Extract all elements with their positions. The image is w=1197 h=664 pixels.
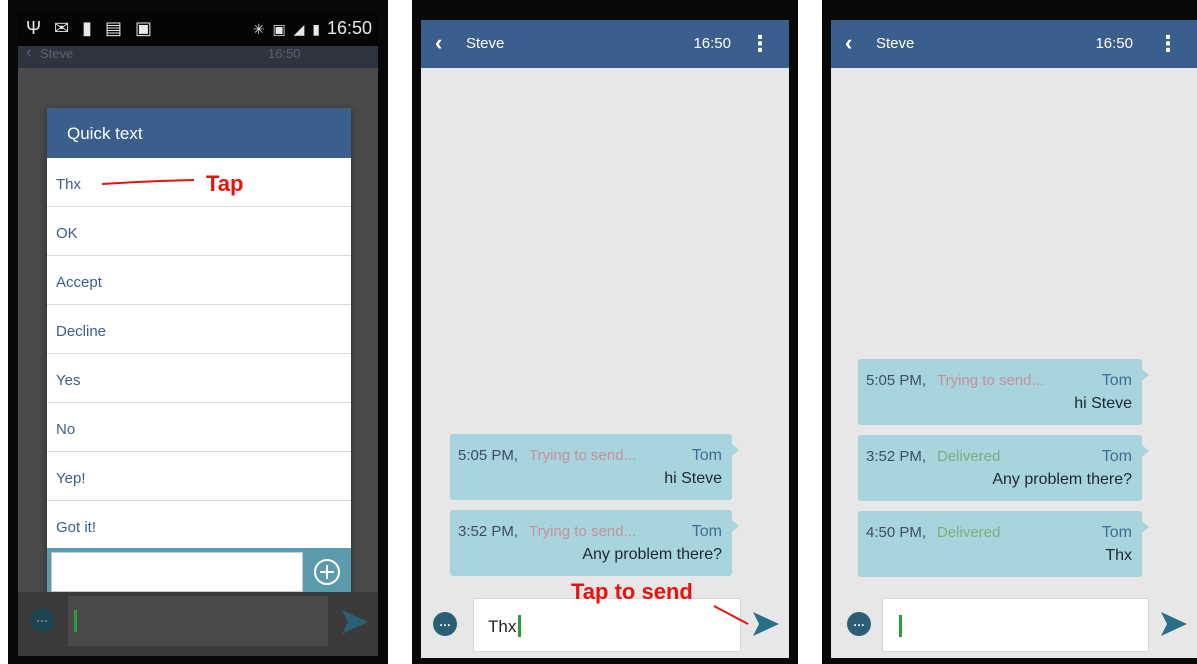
contact-name: Steve xyxy=(466,35,505,52)
dimmed-app-header: ‹ Steve 16:50 xyxy=(18,44,378,68)
phone-screen-compose: ‹ Steve 16:50 ⋮ 5:05 PM, Trying to send.… xyxy=(412,0,798,664)
quick-text-item-label: Accept xyxy=(56,274,102,291)
text-caret xyxy=(518,615,522,637)
quick-text-item[interactable]: Yes xyxy=(47,354,351,403)
message-bubble[interactable]: 5:05 PM, Trying to send... Tom hi Steve xyxy=(450,434,739,500)
quick-text-item-label: OK xyxy=(56,225,78,242)
message-status: Trying to send... xyxy=(937,372,1044,389)
message-input[interactable] xyxy=(882,598,1149,652)
app-header: ‹ Steve 16:50 ⋮ xyxy=(831,20,1197,68)
message-text: Any problem there? xyxy=(992,471,1132,488)
text-caret xyxy=(74,610,77,632)
dimmed-contact-name: Steve xyxy=(40,46,74,61)
send-icon[interactable] xyxy=(751,610,781,638)
quick-text-item-label: Yes xyxy=(56,372,81,389)
message-text: Any problem there? xyxy=(582,546,722,563)
message-sender: Tom xyxy=(691,523,722,540)
message-time: 3:52 PM, xyxy=(866,448,927,465)
phone-screen-quick-text: Ψ ✉ ▮ ▤ ▣ ✳ ▣ ◢ ▮ 16:50 ‹ Steve 16:50 Qu… xyxy=(8,0,388,664)
kebab-menu-icon[interactable]: ⋮ xyxy=(1157,31,1179,57)
dimmed-time: 16:50 xyxy=(268,46,301,61)
quick-text-item-label: Got it! xyxy=(56,519,97,536)
message-text: Thx xyxy=(1105,547,1132,564)
screen: ‹ Steve 16:50 ⋮ 5:05 PM, Trying to send.… xyxy=(831,20,1197,658)
back-icon: ‹ xyxy=(26,44,32,61)
quick-text-item[interactable]: Thx xyxy=(47,158,351,207)
message-status: Trying to send... xyxy=(529,523,636,540)
quick-text-item[interactable]: OK xyxy=(47,207,351,256)
quick-text-item-label: No xyxy=(56,421,76,438)
quick-text-dialog: Quick text Thx OK Accept Decline Yes No … xyxy=(47,108,351,596)
message-time: 3:52 PM, xyxy=(458,523,519,540)
typed-text: Thx xyxy=(488,617,517,636)
status-time: 16:50 xyxy=(326,18,372,38)
dimmed-compose-bar: … xyxy=(18,592,378,656)
dimmed-message-input xyxy=(68,596,328,646)
dialog-title: Quick text xyxy=(47,108,351,158)
status-bar: Ψ ✉ ▮ ▤ ▣ ✳ ▣ ◢ ▮ 16:50 xyxy=(18,12,378,46)
message-sender: Tom xyxy=(1101,448,1132,465)
quick-text-item-label: Thx xyxy=(56,176,82,193)
back-icon[interactable]: ‹ xyxy=(845,30,852,56)
message-status: Delivered xyxy=(937,524,1001,541)
phone-screen-sent: ‹ Steve 16:50 ⋮ 5:05 PM, Trying to send.… xyxy=(822,0,1197,664)
compose-bar: … xyxy=(831,592,1197,658)
message-input[interactable]: Thx xyxy=(473,598,741,652)
message-sender: Tom xyxy=(1101,524,1132,541)
quick-text-item[interactable]: Decline xyxy=(47,305,351,354)
screen: Ψ ✉ ▮ ▤ ▣ ✳ ▣ ◢ ▮ 16:50 ‹ Steve 16:50 Qu… xyxy=(18,12,378,656)
message-sender: Tom xyxy=(1101,372,1132,389)
header-time: 16:50 xyxy=(693,35,731,52)
status-icons-right: ✳ ▣ ◢ ▮ 16:50 xyxy=(253,18,372,39)
quick-text-item[interactable]: Accept xyxy=(47,256,351,305)
chat-icon[interactable]: … xyxy=(847,612,871,636)
message-bubble[interactable]: 3:52 PM, Delivered Tom Any problem there… xyxy=(858,435,1149,501)
message-text: hi Steve xyxy=(664,470,722,487)
text-caret xyxy=(899,615,902,637)
annotation-tap-to-send: Tap to send xyxy=(571,579,693,604)
status-icons-left: Ψ ✉ ▮ ▤ ▣ xyxy=(26,18,157,38)
annotation-line xyxy=(713,605,749,625)
status-icons: ✳ ▣ ◢ ▮ xyxy=(252,21,322,37)
quick-text-item-label: Decline xyxy=(56,323,107,340)
message-status: Trying to send... xyxy=(529,447,636,464)
message-status: Delivered xyxy=(937,448,1001,465)
new-quick-text-input[interactable] xyxy=(51,552,303,592)
kebab-menu-icon[interactable]: ⋮ xyxy=(749,31,771,57)
message-time: 5:05 PM, xyxy=(866,372,927,389)
message-bubble[interactable]: 4:50 PM, Delivered Tom Thx xyxy=(858,511,1149,577)
quick-text-item[interactable]: Yep! xyxy=(47,452,351,501)
quick-text-item-label: Yep! xyxy=(56,470,86,487)
contact-name: Steve xyxy=(876,35,915,52)
annotation-line xyxy=(102,179,195,185)
send-icon[interactable] xyxy=(1159,610,1189,638)
quick-text-item[interactable]: No xyxy=(47,403,351,452)
message-sender: Tom xyxy=(691,447,722,464)
screen: ‹ Steve 16:50 ⋮ 5:05 PM, Trying to send.… xyxy=(421,20,789,658)
add-circle-icon[interactable] xyxy=(313,558,341,586)
send-icon xyxy=(342,610,368,634)
app-header: ‹ Steve 16:50 ⋮ xyxy=(421,20,789,68)
dialog-footer xyxy=(47,548,351,596)
message-time: 5:05 PM, xyxy=(458,447,519,464)
chat-icon: … xyxy=(30,608,54,632)
message-text: hi Steve xyxy=(1074,395,1132,412)
back-icon[interactable]: ‹ xyxy=(435,30,442,56)
annotation-tap: Tap xyxy=(206,171,244,196)
quick-text-item[interactable]: Got it! xyxy=(47,501,351,550)
message-input-text: Thx xyxy=(488,615,522,637)
message-time: 4:50 PM, xyxy=(866,524,927,541)
message-input-text xyxy=(897,615,902,637)
message-bubble[interactable]: 5:05 PM, Trying to send... Tom hi Steve xyxy=(858,359,1149,425)
header-time: 16:50 xyxy=(1095,35,1133,52)
message-bubble[interactable]: 3:52 PM, Trying to send... Tom Any probl… xyxy=(450,510,739,576)
chat-icon[interactable]: … xyxy=(433,612,457,636)
